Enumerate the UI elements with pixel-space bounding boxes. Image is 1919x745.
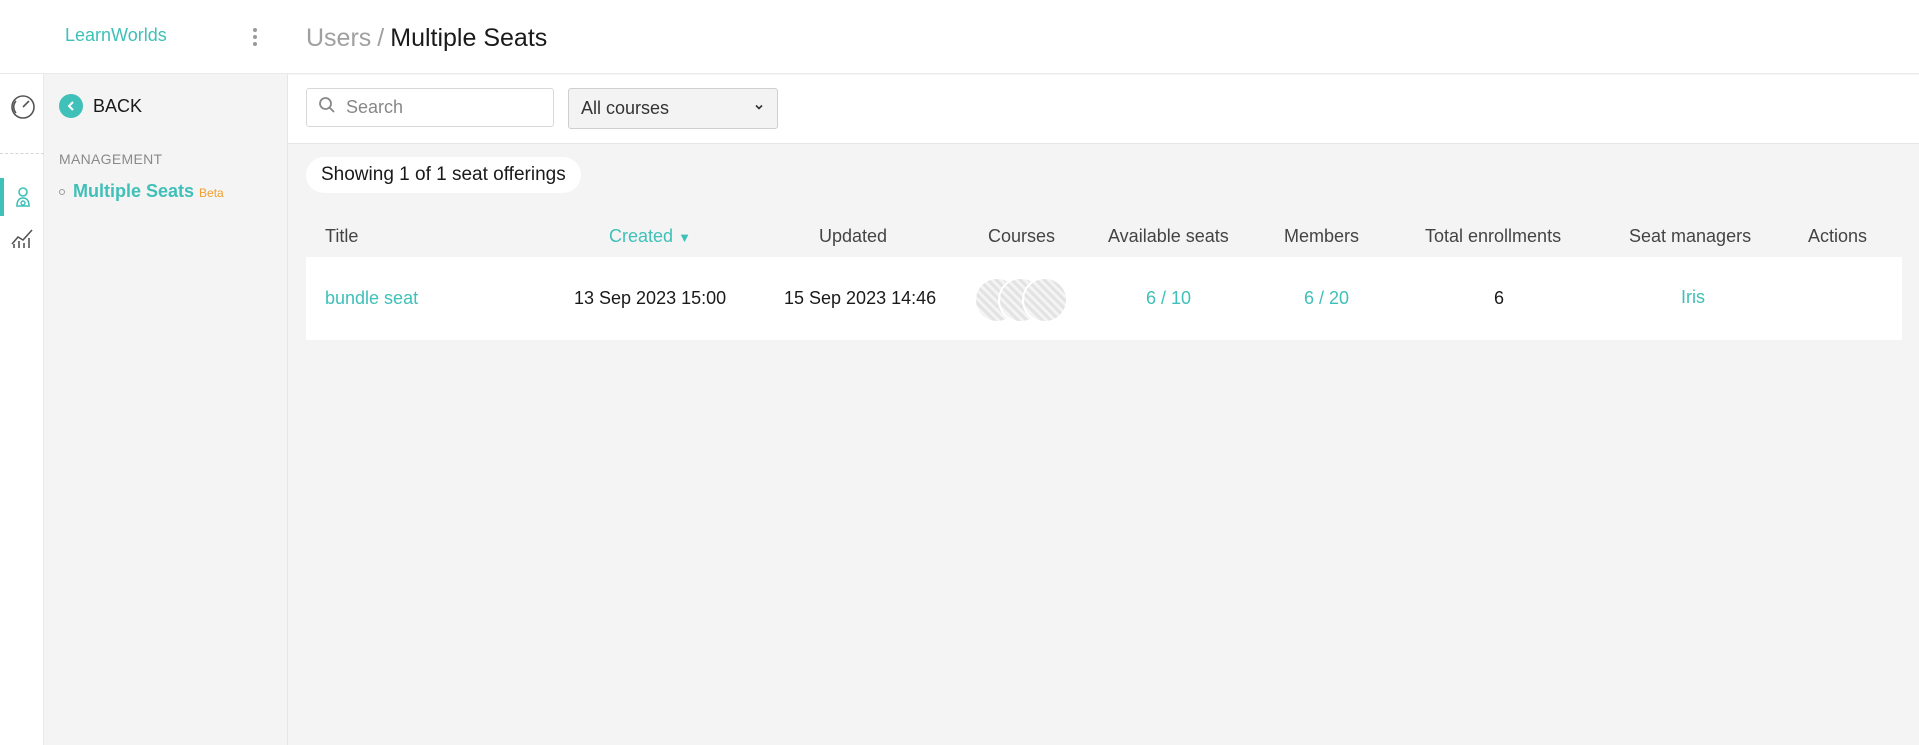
row-available-seats-link[interactable]: 6 / 10: [1146, 288, 1191, 309]
brand-name[interactable]: LearnWorlds: [65, 25, 167, 46]
more-options-icon[interactable]: [252, 28, 258, 50]
row-course-thumbnails[interactable]: [974, 277, 1074, 323]
row-members-link[interactable]: 6 / 20: [1304, 288, 1349, 309]
breadcrumb: Users / Multiple Seats: [306, 24, 547, 53]
icon-rail: [0, 0, 58, 745]
breadcrumb-separator: /: [377, 24, 385, 52]
back-label: BACK: [93, 95, 143, 116]
beta-badge: Beta: [199, 185, 224, 200]
section-heading-management: MANAGEMENT: [59, 151, 163, 167]
column-header-available-seats[interactable]: Available seats: [1108, 226, 1229, 247]
page-header: Users / Multiple Seats: [288, 0, 1919, 74]
column-header-actions: Actions: [1808, 226, 1868, 246]
user-seat-icon[interactable]: [10, 184, 36, 210]
column-header-courses[interactable]: Courses: [988, 226, 1055, 247]
course-thumbnail[interactable]: [1022, 277, 1068, 323]
column-header-members[interactable]: Members: [1284, 226, 1359, 247]
sort-desc-icon: ▼: [678, 230, 691, 245]
column-header-created-label: Created: [609, 226, 674, 246]
row-title-link[interactable]: bundle seat: [325, 288, 418, 309]
sidebar: LearnWorlds BACK MANAGEMENT Multiple Sea…: [0, 0, 288, 745]
column-header-seat-managers[interactable]: Seat managers: [1629, 226, 1751, 247]
back-button[interactable]: BACK: [59, 94, 142, 118]
course-filter-value: All courses: [581, 98, 670, 118]
breadcrumb-users-link[interactable]: Users: [306, 24, 371, 52]
gauge-icon[interactable]: [10, 94, 36, 120]
row-created: 13 Sep 2023 15:00: [574, 288, 727, 308]
page-title: Multiple Seats: [390, 24, 548, 52]
rail-active-indicator: [0, 178, 4, 216]
bullet-icon: [59, 188, 65, 195]
search-input[interactable]: [346, 97, 536, 118]
search-box[interactable]: [306, 88, 554, 127]
brand-bar: LearnWorlds: [0, 0, 288, 74]
row-seat-manager-link[interactable]: Iris: [1681, 287, 1705, 308]
chevron-left-icon: [59, 94, 83, 118]
sidebar-item-label: Multiple Seats: [73, 181, 195, 201]
chevron-down-icon: [753, 100, 765, 118]
row-total-enrollments: 6: [1494, 288, 1505, 308]
table-row[interactable]: bundle seat 13 Sep 2023 15:00 15 Sep 202…: [306, 257, 1902, 340]
table-header: Title Created ▼ Updated Courses Availabl…: [306, 220, 1902, 252]
sidebar-item-multiple-seats[interactable]: Multiple Seats Beta: [59, 181, 224, 202]
analytics-chart-icon[interactable]: [10, 224, 36, 250]
row-updated: 15 Sep 2023 14:46: [784, 288, 937, 308]
column-header-created[interactable]: Created ▼: [609, 226, 691, 247]
column-header-total-enrollments[interactable]: Total enrollments: [1425, 226, 1561, 247]
rail-divider: [0, 153, 44, 154]
results-count: Showing 1 of 1 seat offerings: [306, 157, 581, 193]
column-header-title[interactable]: Title: [325, 226, 358, 247]
course-filter-select[interactable]: All courses: [568, 88, 778, 129]
toolbar: All courses: [288, 75, 1919, 144]
search-icon: [318, 96, 336, 119]
column-header-updated[interactable]: Updated: [819, 226, 887, 247]
